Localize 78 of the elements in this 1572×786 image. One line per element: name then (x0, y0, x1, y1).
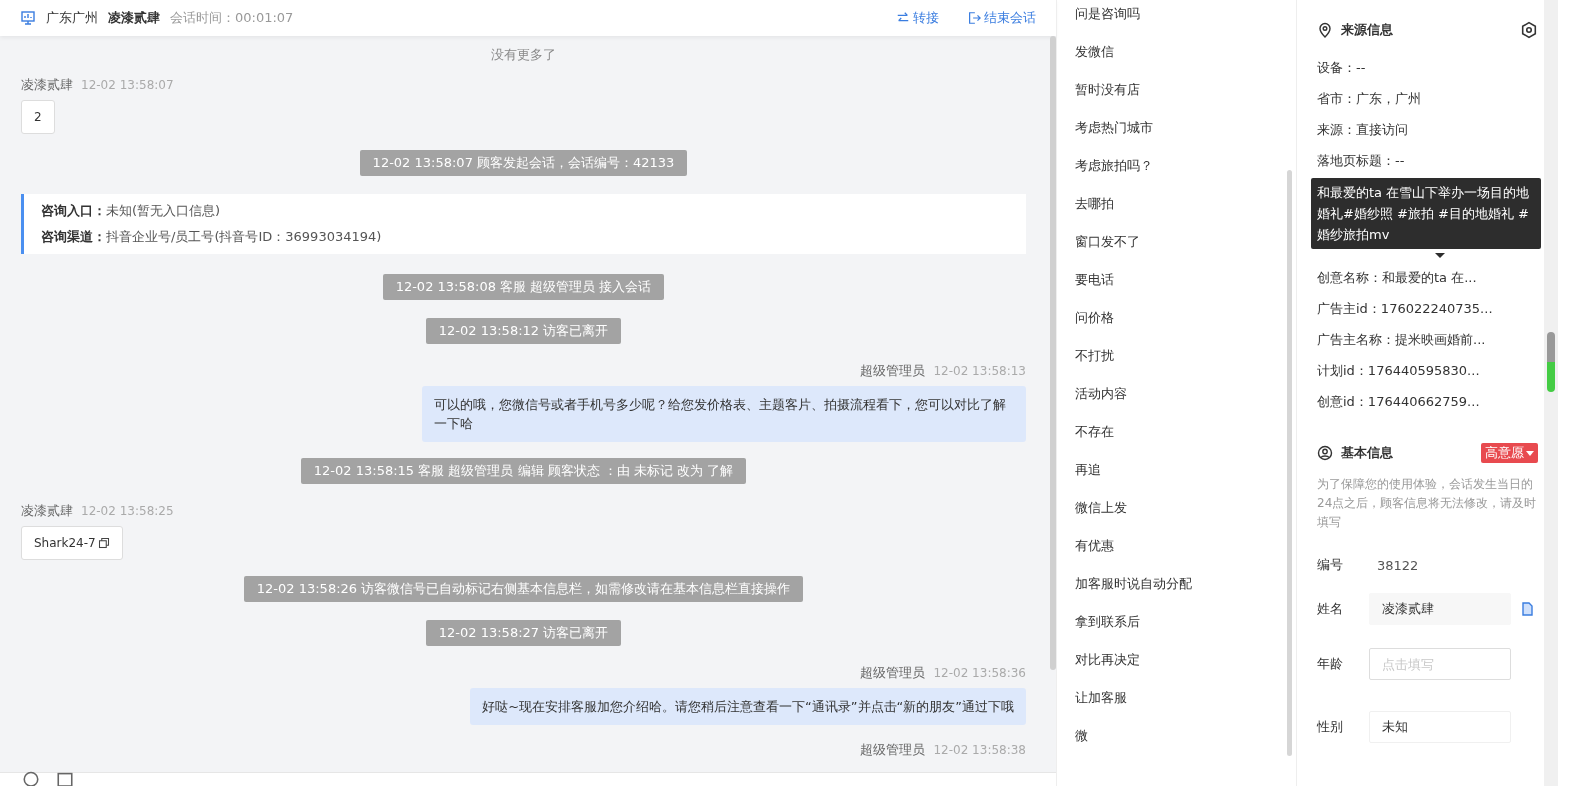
visitor-name: 凌漆贰肆 (108, 9, 160, 27)
sender-name: 超级管理员 (860, 362, 926, 380)
user-circle-icon (1317, 445, 1333, 461)
quick-reply-item[interactable]: 再追 (1075, 451, 1296, 489)
session-duration: 会话时间：00:01:07 (170, 9, 294, 27)
copy-icon (1519, 601, 1535, 617)
quick-reply-item[interactable]: 微信上发 (1075, 489, 1296, 527)
source-info-row-text: 省市：广东，广州 (1317, 89, 1422, 108)
source-info-row-text: 创意名称：和最爱的ta 在... (1317, 268, 1478, 287)
source-info-row-text: 计划id：176440595830... (1317, 361, 1481, 380)
quick-reply-item[interactable]: 要电话 (1075, 261, 1296, 299)
system-notice: 12-02 13:58:27 访客已离开 (425, 620, 622, 646)
quick-reply-item[interactable]: 发微信 (1075, 33, 1296, 71)
section-title: 基本信息 (1341, 444, 1394, 462)
intent-tag[interactable]: 高意愿 (1481, 443, 1538, 463)
message-time: 12-02 13:58:07 (81, 78, 174, 92)
quick-reply-item[interactable]: 问是咨询吗 (1075, 0, 1296, 33)
no-more-label: 没有更多了 (490, 46, 557, 64)
message-time: 12-02 13:58:36 (933, 666, 1026, 680)
system-notice: 12-02 13:58:07 顾客发起会话，会话编号：42133 (359, 150, 688, 176)
quick-reply-item[interactable]: 让加客服 (1075, 679, 1296, 717)
caret-icon (1526, 450, 1534, 456)
visitor-message: Shark24-7 (21, 526, 123, 560)
field-label: 姓名 (1317, 600, 1344, 618)
location-pin-icon (1317, 22, 1333, 38)
field-label: 编号 (1317, 556, 1344, 574)
system-notice: 12-02 13:58:12 访客已离开 (425, 318, 622, 344)
quick-reply-item[interactable]: 拿到联系后 (1075, 603, 1296, 641)
sender-name: 凌漆贰肆 (21, 76, 73, 94)
quick-reply-item[interactable]: 活动内容 (1075, 375, 1296, 413)
quick-reply-item[interactable]: 微 (1075, 717, 1296, 755)
header-action-button[interactable]: 转接 (896, 9, 939, 27)
info-line: 咨询渠道：抖音企业号/员工号(抖音号ID：36993034194) (41, 228, 383, 246)
message-time: 12-02 13:58:13 (933, 364, 1026, 378)
quick-reply-item[interactable]: 考虑旅拍吗？ (1075, 147, 1296, 185)
visitor-message: 2 (21, 100, 55, 134)
message-time: 12-02 13:58:38 (933, 743, 1026, 757)
quick-reply-item[interactable]: 加客服时说自动分配 (1075, 565, 1296, 603)
source-info-row-text: 来源：直接访问 (1317, 120, 1409, 139)
quick-reply-item[interactable]: 不存在 (1075, 413, 1296, 451)
section-title: 来源信息 (1341, 21, 1394, 39)
quick-reply-item[interactable]: 问价格 (1075, 299, 1296, 337)
quick-reply-item[interactable]: 窗口发不了 (1075, 223, 1296, 261)
source-info-row-text: 落地页标题：-- (1317, 151, 1406, 170)
field-label: 性别 (1317, 718, 1344, 736)
agent-message: 好哒~现在安排客服加您介绍哈。请您稍后注意查看一下“通讯录”并点击“新的朋友”通过下哦 (470, 688, 1026, 725)
field-label: 年龄 (1317, 655, 1344, 673)
quick-reply-item[interactable]: 对比再决定 (1075, 641, 1296, 679)
message-time: 12-02 13:58:25 (81, 504, 174, 518)
system-notice: 12-02 13:58:08 客服 超级管理员 接入会话 (382, 274, 665, 300)
tooltip: 和最爱的ta 在雪山下举办一场目的地婚礼#婚纱照 #旅拍 #目的地婚礼 #婚纱旅拍mv (1311, 178, 1541, 249)
quick-reply-item[interactable]: 暂时没有店 (1075, 71, 1296, 109)
field-value: 38122 (1377, 557, 1419, 573)
visitor-location: 广东广州 (46, 9, 98, 27)
sender-name: 凌漆贰肆 (21, 502, 73, 520)
quick-reply-item[interactable]: 考虑热门城市 (1075, 109, 1296, 147)
header-action-button[interactable]: 结束会话 (967, 9, 1036, 27)
copy-icon (97, 537, 110, 549)
quick-reply-item[interactable]: 去哪拍 (1075, 185, 1296, 223)
source-info-row-text: 广告主名称：提米映画婚前... (1317, 330, 1487, 349)
quick-reply-item[interactable]: 不打扰 (1075, 337, 1296, 375)
system-notice: 12-02 13:58:15 客服 超级管理员 编辑 顾客状态 ：由 未标记 改为 了解 (300, 458, 747, 484)
notice-text: 为了保障您的使用体验，会话发生当日的24点之后，顾客信息将无法修改，请及时填写 (1317, 476, 1538, 531)
select-field[interactable]: 未知 (1369, 711, 1511, 743)
exit-icon (967, 11, 981, 25)
quick-reply-item[interactable]: 有优惠 (1075, 527, 1296, 565)
agent-message: 可以的哦，您微信号或者手机号多少呢？给您发价格表、主题客片、拍摄流程看下，您可以对比了解一下哈 (422, 386, 1026, 442)
source-info-row-text: 广告主id：176022240735... (1317, 299, 1494, 318)
source-info-row-text: 创意id：176440662759... (1317, 392, 1481, 411)
info-line: 咨询入口：未知(暂无入口信息) (41, 202, 222, 220)
settings-icon (1520, 21, 1538, 39)
system-notice: 12-02 13:58:26 访客微信号已自动标记右侧基本信息栏，如需修改请在基本信息栏直接操作 (243, 576, 804, 602)
monitor-icon (20, 10, 36, 26)
tooltip-arrow-icon (1435, 253, 1445, 258)
sender-name: 超级管理员 (860, 664, 926, 682)
source-info-row-text: 设备：-- (1317, 58, 1367, 77)
name-field[interactable]: 凌漆贰肆 (1369, 593, 1511, 625)
sender-name: 超级管理员 (860, 741, 926, 759)
